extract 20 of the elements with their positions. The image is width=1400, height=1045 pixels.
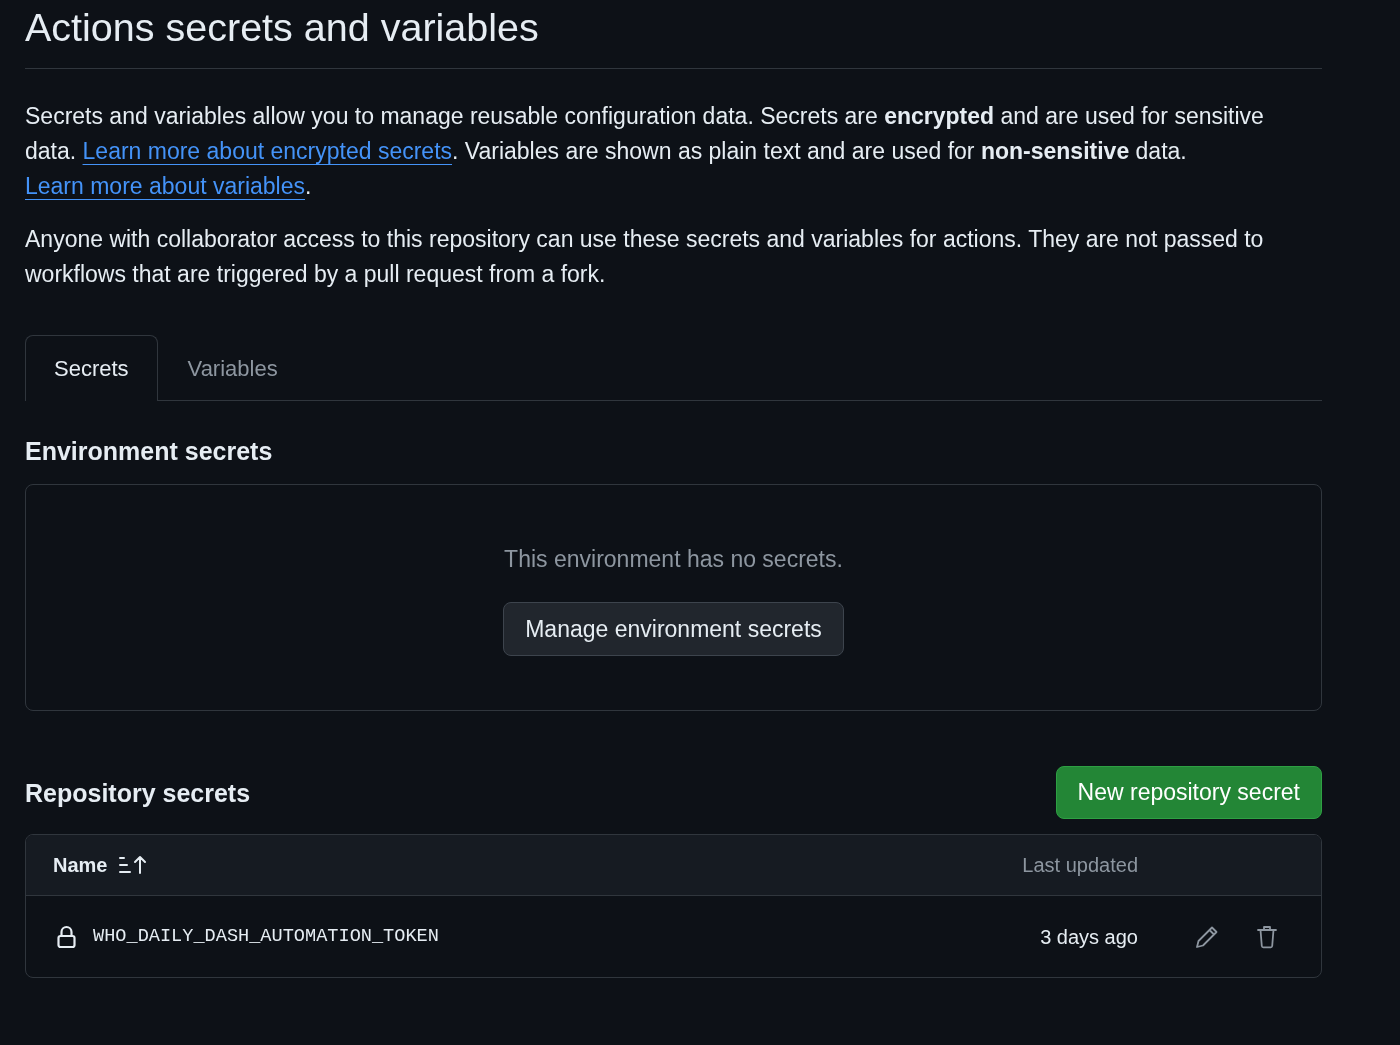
column-header: Last updated [1022,853,1138,878]
empty-state-message: This environment has no secrets. [504,545,843,574]
trash-icon [1257,924,1277,949]
section-heading: Environment secrets [25,436,273,467]
tab[interactable]: Variables [157,335,308,401]
lock-icon [56,924,77,949]
last-updated-text: 3 days ago [1040,924,1138,950]
page-title: Actions secrets and variables [25,4,539,51]
manage-secrets-button[interactable]: Manage environment secrets [503,602,844,656]
description-text: Anyone with collaborator access to this repository can use these secrets and variables for actions. They are not passed to workflows that are triggered by a pull request from a fork. [25,225,1265,289]
pencil-icon [1195,924,1219,949]
description-text: Secrets and variables allow you to manage reusable configuration data. Secrets are encrypted and are used for sensitive data. Learn more about encrypted secrets. Variables are shown as plain text and are used for non-sensitive data. Learn more about variables. [25,102,1265,201]
sort-icon[interactable] [119,855,148,875]
tab[interactable]: Secrets [25,335,158,401]
column-header: Name [53,853,108,878]
new-secret-button[interactable]: New repository secret [1055,766,1322,819]
learn-more-link[interactable]: Learn more about encrypted secrets [82,138,453,164]
learn-more-link[interactable]: Learn more about variables [25,173,305,199]
secret-name: WHO_DAILY_DASH_AUTOMATION_TOKEN [93,924,439,949]
section-heading: Repository secrets [25,777,251,809]
